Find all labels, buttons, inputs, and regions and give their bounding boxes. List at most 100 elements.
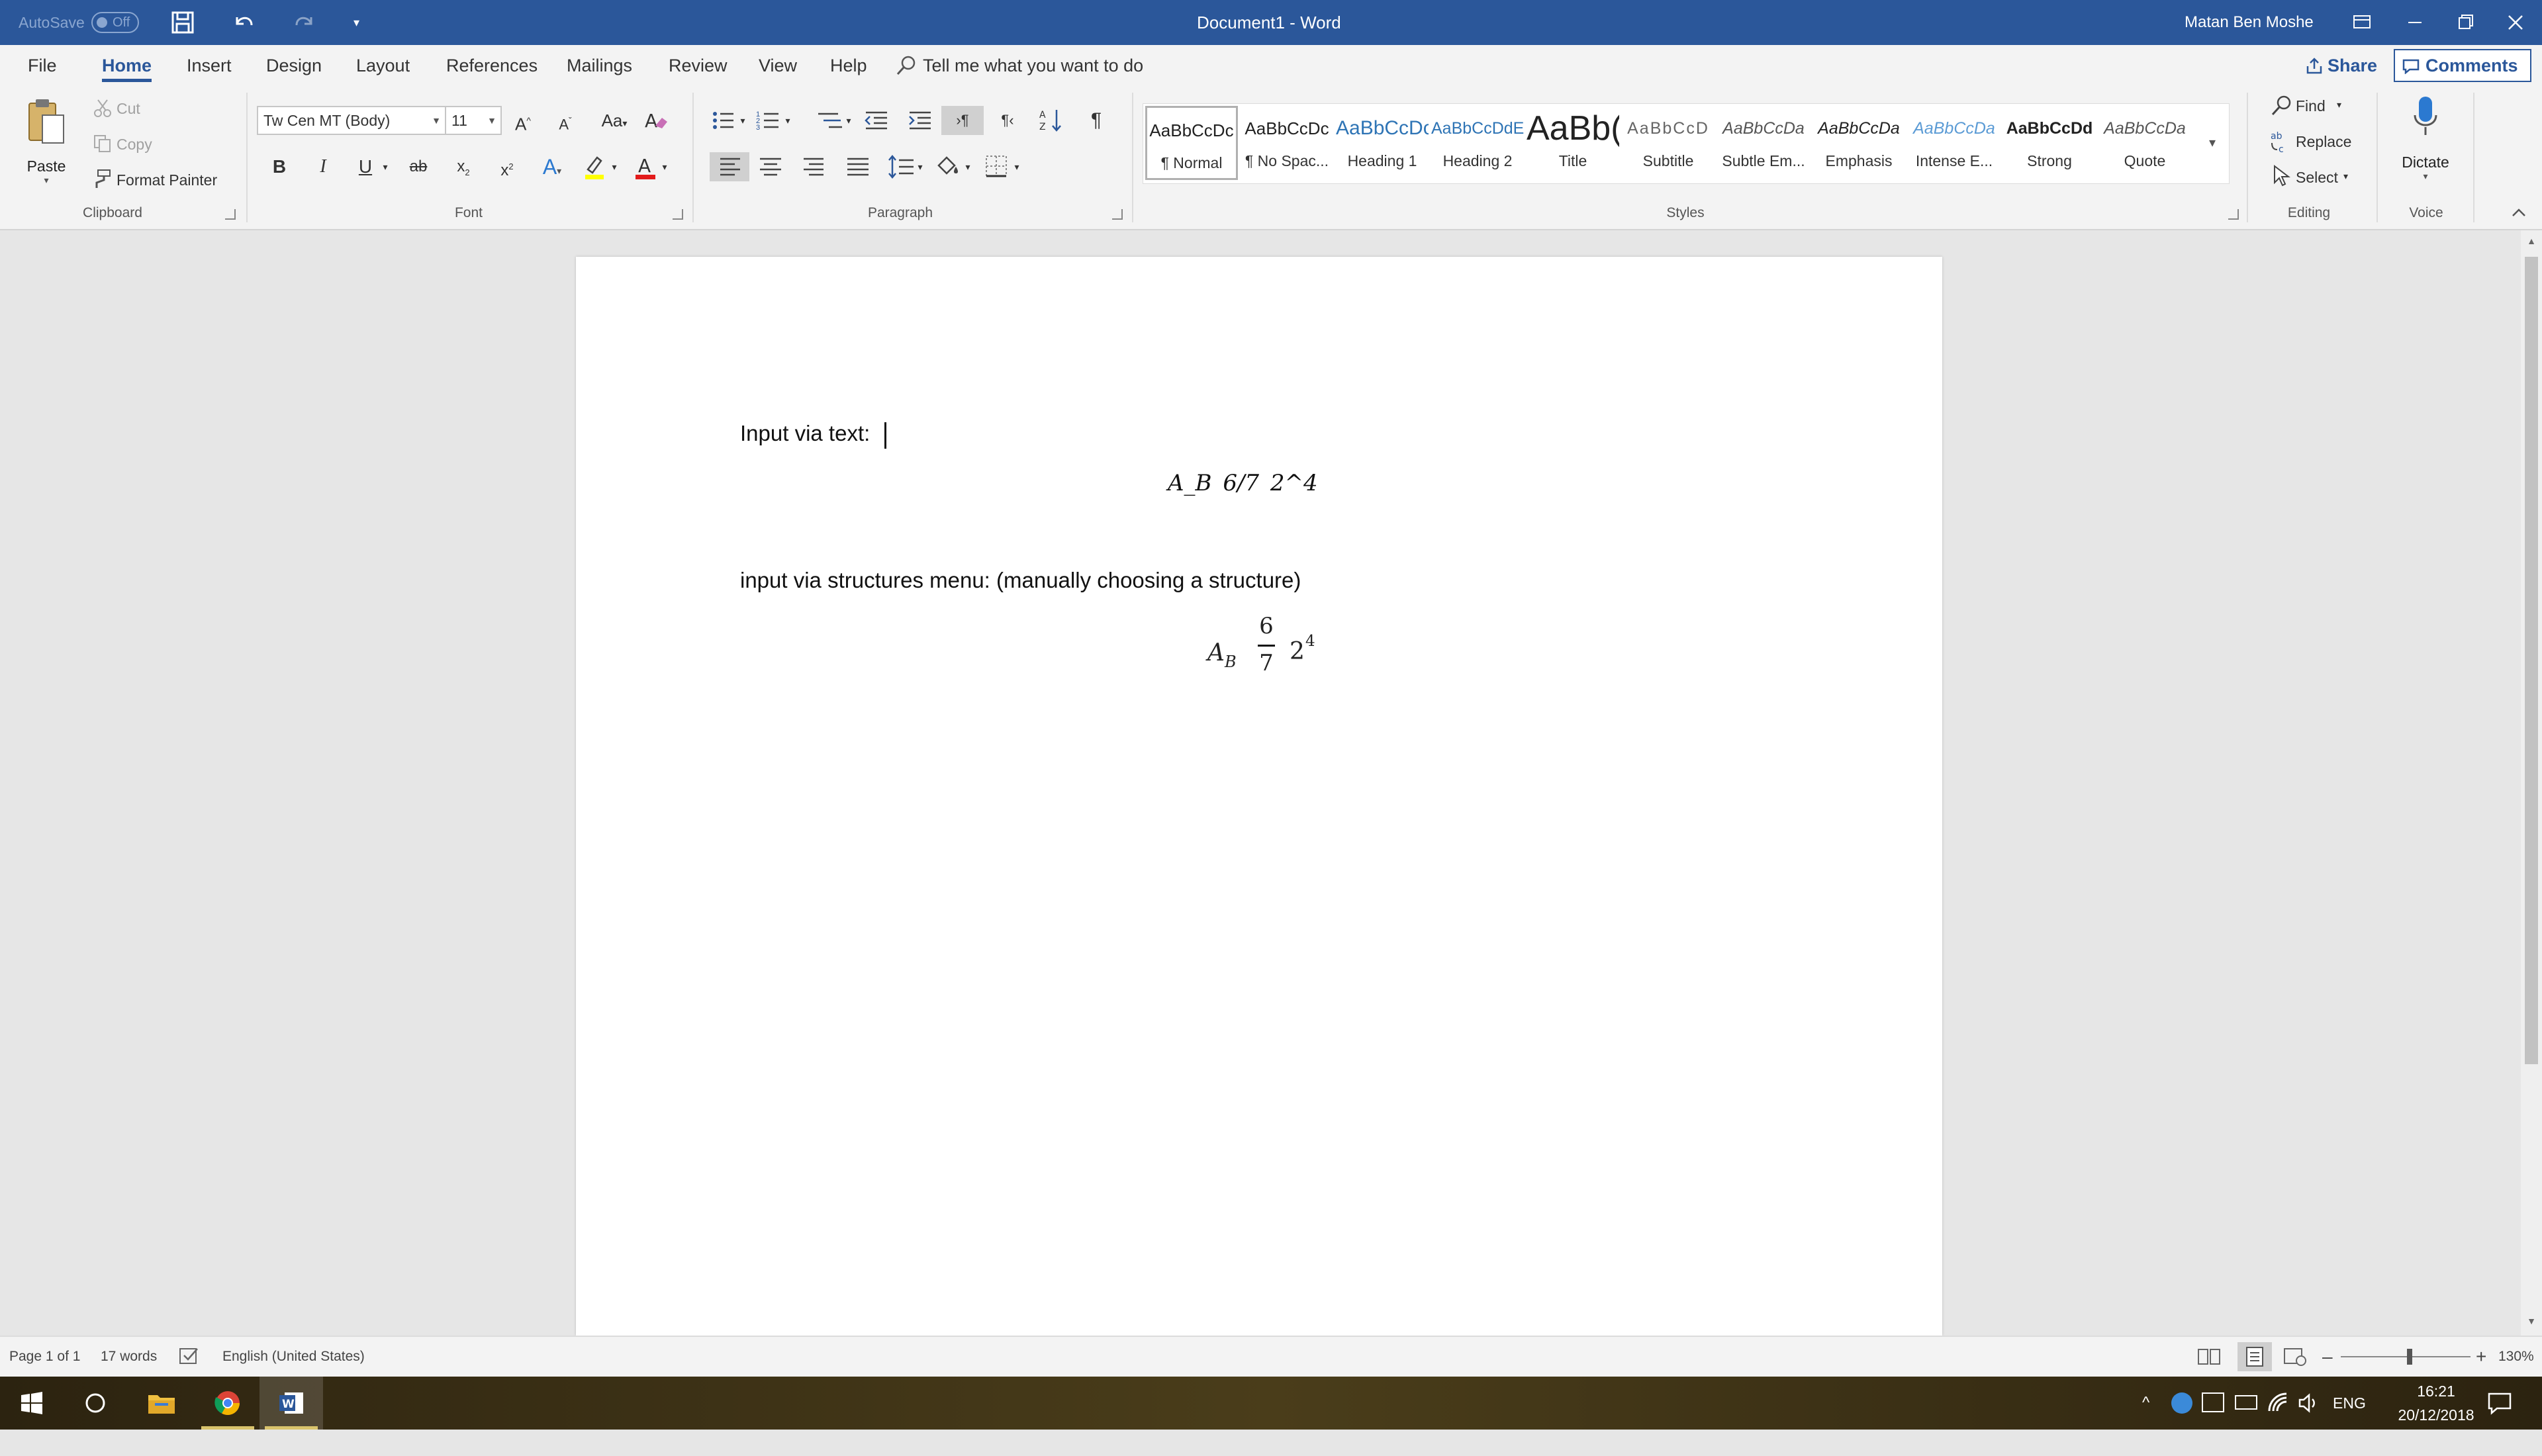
underline-dropdown-icon[interactable]: ▾ [379, 152, 392, 181]
tab-review[interactable]: Review [669, 45, 728, 86]
comments-button[interactable]: Comments [2394, 49, 2531, 82]
web-layout-icon[interactable] [2283, 1346, 2308, 1367]
decrease-indent-icon[interactable] [862, 106, 891, 135]
clipboard-launcher-icon[interactable] [225, 209, 236, 220]
style-normal[interactable]: AaBbCcDc ¶ Normal [1145, 106, 1238, 180]
find-dropdown-icon[interactable]: ▾ [2337, 90, 2341, 119]
cut-button[interactable]: Cut [117, 94, 140, 123]
print-layout-icon[interactable] [2237, 1342, 2272, 1371]
borders-icon[interactable] [982, 152, 1012, 181]
style-subtle-emphasis[interactable]: AaBbCcDa Subtle Em... [1717, 106, 1810, 180]
zoom-slider[interactable] [2341, 1356, 2471, 1357]
dictate-dropdown-icon[interactable]: ▾ [2388, 171, 2463, 182]
multilevel-list-icon[interactable] [816, 106, 845, 135]
scroll-down-icon[interactable]: ▼ [2526, 1316, 2537, 1326]
style-quote[interactable]: AaBbCcDa Quote [2098, 106, 2191, 180]
volume-icon[interactable] [2297, 1391, 2321, 1415]
ltr-direction-icon[interactable]: ›¶ [941, 106, 984, 135]
minimize-icon[interactable] [2388, 0, 2441, 45]
save-icon[interactable] [169, 9, 196, 36]
language[interactable]: English (United States) [222, 1337, 365, 1377]
paragraph-launcher-icon[interactable] [1112, 209, 1123, 220]
share-button[interactable]: Share [2301, 50, 2379, 81]
tab-help[interactable]: Help [830, 45, 867, 86]
bullets-icon[interactable] [710, 106, 739, 135]
style-strong[interactable]: AaBbCcDd Strong [2003, 106, 2096, 180]
strikethrough-button[interactable]: ab [404, 152, 433, 181]
close-icon[interactable] [2489, 0, 2542, 45]
paste-dropdown-icon[interactable]: ▾ [20, 175, 73, 186]
equation-linear[interactable]: A_B 6/7 2^4 [1168, 470, 1318, 496]
equation-structured[interactable]: A B 6 7 2 4 [1207, 613, 1327, 692]
numbering-dropdown-icon[interactable]: ▾ [781, 106, 794, 135]
page-count[interactable]: Page 1 of 1 [9, 1337, 80, 1377]
pilcrow-icon[interactable]: ¶ [1082, 106, 1111, 135]
proofing-icon[interactable] [179, 1347, 200, 1366]
style-heading-1[interactable]: AaBbCcDc Heading 1 [1336, 106, 1429, 180]
zoom-out-icon[interactable]: – [2322, 1337, 2333, 1377]
tab-mailings[interactable]: Mailings [567, 45, 632, 86]
clear-formatting-icon[interactable]: A [641, 106, 670, 135]
read-mode-icon[interactable] [2196, 1346, 2222, 1367]
lightbulb-search-icon[interactable] [895, 54, 918, 77]
select-dropdown-icon[interactable]: ▾ [2343, 161, 2348, 191]
font-size-combo[interactable]: 11 ▼ [445, 106, 502, 135]
chrome-icon[interactable] [196, 1377, 259, 1430]
document-page[interactable]: Input via text: A_B 6/7 2^4 input via st… [576, 257, 1942, 1336]
highlight-icon[interactable] [581, 152, 610, 181]
user-name[interactable]: Matan Ben Moshe [2185, 0, 2314, 45]
format-painter-button[interactable]: Format Painter [117, 165, 217, 195]
align-left-icon[interactable] [710, 152, 749, 181]
tab-references[interactable]: References [446, 45, 538, 86]
align-center-icon[interactable] [756, 152, 785, 181]
wifi-icon[interactable] [2267, 1391, 2290, 1415]
select-button[interactable]: Select [2296, 163, 2338, 192]
zoom-slider-thumb[interactable] [2407, 1349, 2412, 1365]
replace-button[interactable]: Replace [2296, 127, 2351, 156]
tab-insert[interactable]: Insert [187, 45, 232, 86]
vertical-scrollbar[interactable]: ▲ ▼ [2521, 230, 2542, 1336]
line-spacing-dropdown-icon[interactable]: ▾ [914, 152, 927, 181]
multilevel-dropdown-icon[interactable]: ▾ [842, 106, 855, 135]
italic-button[interactable]: I [308, 152, 338, 181]
copy-button[interactable]: Copy [117, 130, 152, 159]
tray-overflow-icon[interactable]: ^ [2142, 1377, 2149, 1430]
scroll-up-icon[interactable]: ▲ [2526, 236, 2537, 246]
windows-start-icon[interactable] [0, 1377, 64, 1430]
align-right-icon[interactable] [800, 152, 829, 181]
tab-view[interactable]: View [759, 45, 797, 86]
input-language[interactable]: ENG [2333, 1377, 2366, 1430]
sort-icon[interactable]: AZ [1037, 106, 1066, 135]
bold-button[interactable]: B [265, 152, 294, 181]
skype-icon[interactable] [2171, 1392, 2192, 1414]
justify-icon[interactable] [843, 152, 872, 181]
customize-qat-icon[interactable]: ▾ [353, 9, 380, 36]
style-subtitle[interactable]: AaBbCcD Subtitle [1622, 106, 1715, 180]
clock-date[interactable]: 20/12/2018 [2390, 1403, 2482, 1456]
styles-more-icon[interactable]: ▾ [2198, 123, 2227, 163]
increase-indent-icon[interactable] [906, 106, 935, 135]
word-count[interactable]: 17 words [101, 1337, 157, 1377]
cortana-icon[interactable] [64, 1377, 127, 1430]
tell-me-search[interactable]: Tell me what you want to do [923, 45, 1143, 86]
style-title[interactable]: AaBb( Title [1527, 106, 1619, 180]
font-color-dropdown-icon[interactable]: ▾ [658, 152, 671, 181]
paste-button[interactable]: Paste ▾ [20, 97, 73, 196]
style-heading-2[interactable]: AaBbCcDdEe Heading 2 [1431, 106, 1524, 180]
zoom-level[interactable]: 130% [2498, 1337, 2534, 1377]
undo-icon[interactable] [230, 9, 257, 36]
zoom-in-icon[interactable]: + [2476, 1337, 2486, 1377]
dictate-button[interactable]: Dictate ▾ [2388, 95, 2463, 195]
font-family-combo[interactable]: Tw Cen MT (Body) ▼ [257, 106, 446, 135]
highlight-dropdown-icon[interactable]: ▾ [608, 152, 621, 181]
font-color-icon[interactable]: A [632, 152, 661, 181]
ribbon-display-options-icon[interactable] [2335, 0, 2388, 45]
numbering-icon[interactable]: 123 [755, 106, 784, 135]
tab-home[interactable]: Home [102, 45, 152, 86]
redo-icon[interactable] [291, 9, 318, 36]
underline-button[interactable]: U [351, 152, 380, 181]
tab-file[interactable]: File [28, 45, 57, 86]
bullets-dropdown-icon[interactable]: ▾ [736, 106, 749, 135]
file-explorer-icon[interactable] [130, 1377, 193, 1430]
grow-font-icon[interactable]: A^ [508, 106, 538, 135]
